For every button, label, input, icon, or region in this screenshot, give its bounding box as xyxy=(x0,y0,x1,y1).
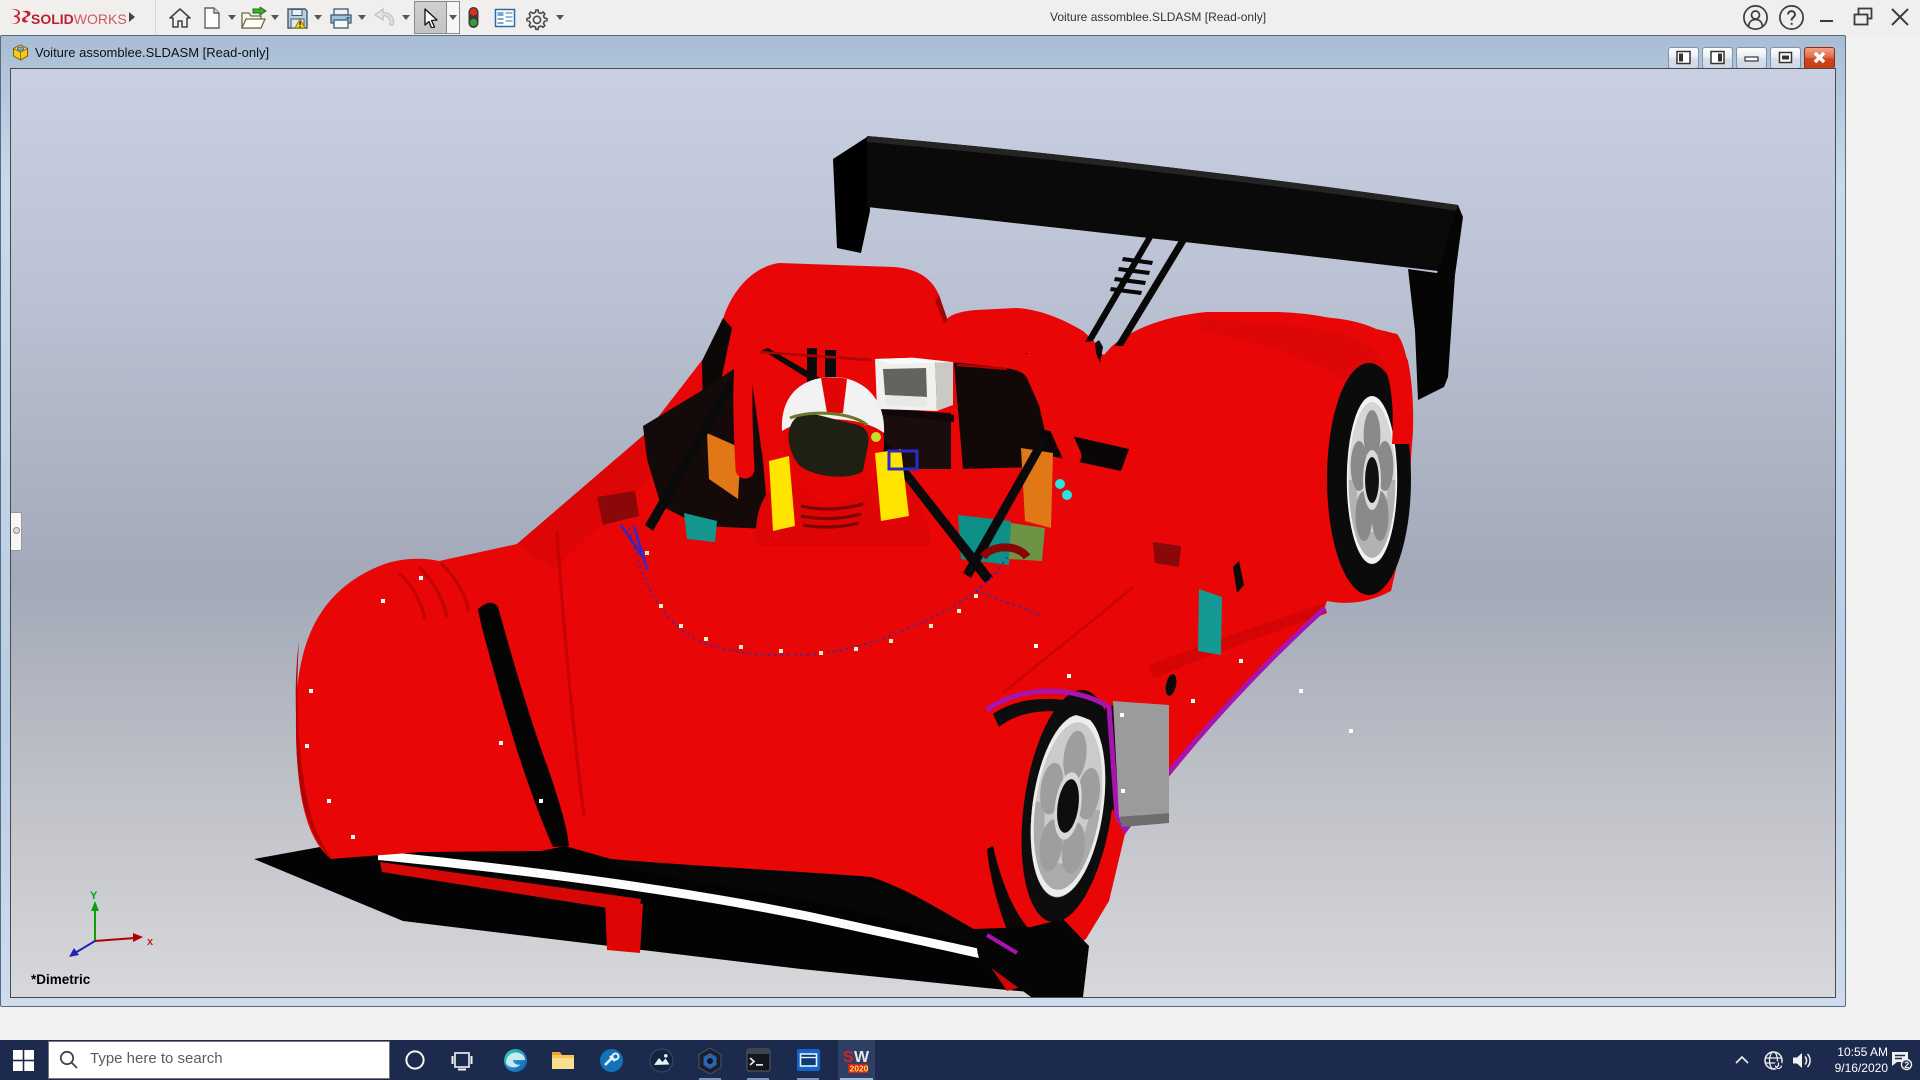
svg-text:x: x xyxy=(147,936,154,948)
svg-text:2020: 2020 xyxy=(850,1064,869,1074)
svg-text:Y: Y xyxy=(90,890,98,902)
svg-text:2: 2 xyxy=(1904,1060,1909,1070)
